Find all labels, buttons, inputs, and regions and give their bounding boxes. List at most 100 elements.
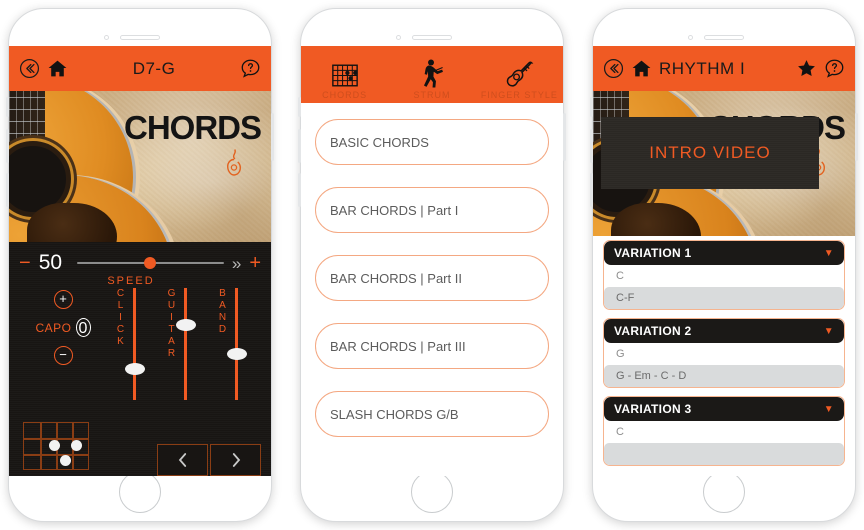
page-title: D7-G [132, 58, 176, 78]
slider-click[interactable]: CLICK [113, 288, 157, 400]
tab-strum[interactable]: STRUM [388, 46, 475, 103]
chevron-down-icon[interactable]: ▼ [824, 248, 834, 259]
tab-finger-style[interactable]: FINGER STYLE [476, 46, 563, 103]
phone-mockup-rhythm-variations: RHYTHM I INTRO VIDEO VARIATION 1 ▼ C C-F… [590, 8, 858, 522]
front-camera [104, 35, 109, 40]
capo-label: CAPO [35, 320, 72, 335]
front-camera [688, 35, 693, 40]
guitar-flame-logo-icon [223, 149, 247, 177]
list-item[interactable]: BAR CHORDS | Part II [315, 255, 549, 301]
star-icon[interactable] [796, 58, 817, 79]
chord-fretboard-diagram [23, 422, 89, 470]
variation-title: VARIATION 3 [614, 402, 692, 416]
variation-item[interactable]: G [604, 343, 844, 365]
variation-title: VARIATION 2 [614, 324, 692, 338]
speed-slider[interactable] [76, 255, 224, 271]
variation-block: VARIATION 1 ▼ C C-F [603, 240, 845, 310]
double-chevron-right-icon[interactable]: » [232, 255, 241, 272]
slider-click-label: CLICK [115, 288, 126, 348]
phone-mockup-chords-player: D7-G CHORDS − 50 » + SPEED + CAPO 0 − CL… [6, 8, 274, 522]
slider-band-knob[interactable] [227, 347, 247, 360]
tab-finger-style-label: FINGER STYLE [480, 90, 558, 100]
variation-item[interactable]: C [604, 265, 844, 287]
speed-decrease-button[interactable]: − [19, 253, 31, 273]
home-button[interactable] [411, 471, 453, 513]
variation-title: VARIATION 1 [614, 246, 692, 260]
slider-guitar-knob[interactable] [176, 318, 196, 331]
slider-band[interactable]: BAND [215, 288, 259, 400]
acoustic-guitar-icon [504, 61, 534, 88]
phone1-screen: D7-G CHORDS − 50 » + SPEED + CAPO 0 − CL… [9, 46, 271, 476]
phone3-screen: RHYTHM I INTRO VIDEO VARIATION 1 ▼ C C-F… [593, 46, 855, 476]
list-item[interactable]: BASIC CHORDS [315, 119, 549, 165]
help-chat-icon[interactable] [240, 58, 261, 79]
phone-power-button [271, 113, 274, 161]
front-camera [396, 35, 401, 40]
chevron-right-icon[interactable] [210, 444, 261, 476]
fretboard-dot-1 [49, 440, 60, 451]
slider-guitar-track [184, 288, 187, 400]
page-title: RHYTHM I [659, 58, 746, 78]
slider-guitar[interactable]: GUITAR [164, 288, 208, 400]
slider-click-knob[interactable] [125, 363, 145, 376]
variation-header[interactable]: VARIATION 1 ▼ [604, 241, 844, 265]
variation-item[interactable]: C [604, 421, 844, 443]
tab-strum-label: STRUM [413, 90, 451, 100]
speed-slider-knob[interactable] [144, 257, 157, 269]
speed-increase-button[interactable]: + [249, 253, 261, 273]
chevrons-left-circle-icon[interactable] [19, 58, 40, 79]
phone-power-button [563, 113, 566, 161]
speed-label: SPEED [107, 275, 155, 287]
help-chat-icon[interactable] [824, 58, 845, 79]
home-button[interactable] [703, 471, 745, 513]
earpiece-speaker [704, 35, 744, 40]
fretboard-dot-2 [71, 440, 82, 451]
chevron-down-icon[interactable]: ▼ [824, 326, 834, 337]
slider-guitar-label: GUITAR [166, 288, 177, 360]
variation-header[interactable]: VARIATION 3 ▼ [604, 397, 844, 421]
mode-tab-bar: CHORDS STRUM FINGER STYLE [301, 46, 563, 103]
speed-control-row: − 50 » + [19, 250, 261, 276]
fretboard-icon [331, 63, 359, 88]
phone2-screen: CHORDS STRUM FINGER STYLE BASIC CHORDS B… [301, 46, 563, 476]
phone-power-button [855, 113, 858, 161]
variation-header[interactable]: VARIATION 2 ▼ [604, 319, 844, 343]
capo-value: 0 [75, 318, 91, 337]
hero-word: CHORDS [123, 109, 262, 146]
chevron-down-icon[interactable]: ▼ [824, 404, 834, 415]
phone3-app-bar: RHYTHM I [593, 46, 855, 91]
chevron-left-icon[interactable] [157, 444, 208, 476]
phone1-hero-banner: CHORDS [9, 91, 271, 242]
tab-chords-label: CHORDS [322, 90, 368, 100]
phone1-app-bar: D7-G [9, 46, 271, 91]
chevrons-left-circle-icon[interactable] [603, 58, 624, 79]
earpiece-speaker [120, 35, 160, 40]
variation-item-partial[interactable] [604, 443, 844, 465]
variation-block: VARIATION 3 ▼ C [603, 396, 845, 466]
intro-video-player[interactable]: INTRO VIDEO [601, 117, 819, 189]
mix-sliders: CLICK GUITAR BAND [113, 288, 259, 400]
capo-increment-button[interactable]: + [53, 290, 73, 309]
speed-value: 50 [38, 251, 63, 274]
tab-chords[interactable]: CHORDS [301, 46, 388, 103]
variation-block: VARIATION 2 ▼ G G - Em - C - D [603, 318, 845, 388]
slider-band-track [235, 288, 238, 400]
phone1-control-panel: − 50 » + SPEED + CAPO 0 − CLICK GUITAR B… [9, 242, 271, 476]
earpiece-speaker [412, 35, 452, 40]
fretboard-dot-3 [60, 455, 71, 466]
guitarist-silhouette-icon [418, 59, 445, 88]
variation-item-selected[interactable]: C-F [604, 287, 844, 309]
home-button[interactable] [119, 471, 161, 513]
list-item[interactable]: BAR CHORDS | Part I [315, 187, 549, 233]
phone-mockup-chord-list: CHORDS STRUM FINGER STYLE BASIC CHORDS B… [298, 8, 566, 522]
slider-band-label: BAND [217, 288, 228, 336]
home-icon[interactable] [47, 58, 68, 79]
list-item[interactable]: SLASH CHORDS G/B [315, 391, 549, 437]
capo-decrement-button[interactable]: − [53, 346, 73, 365]
list-item[interactable]: BAR CHORDS | Part III [315, 323, 549, 369]
chord-category-list: BASIC CHORDS BAR CHORDS | Part I BAR CHO… [301, 103, 563, 437]
variation-item-selected[interactable]: G - Em - C - D [604, 365, 844, 387]
three-phone-mockup-stage: D7-G CHORDS − 50 » + SPEED + CAPO 0 − CL… [0, 0, 864, 530]
home-icon[interactable] [631, 58, 652, 79]
variation-list: VARIATION 1 ▼ C C-F VARIATION 2 ▼ G G - … [593, 236, 855, 466]
